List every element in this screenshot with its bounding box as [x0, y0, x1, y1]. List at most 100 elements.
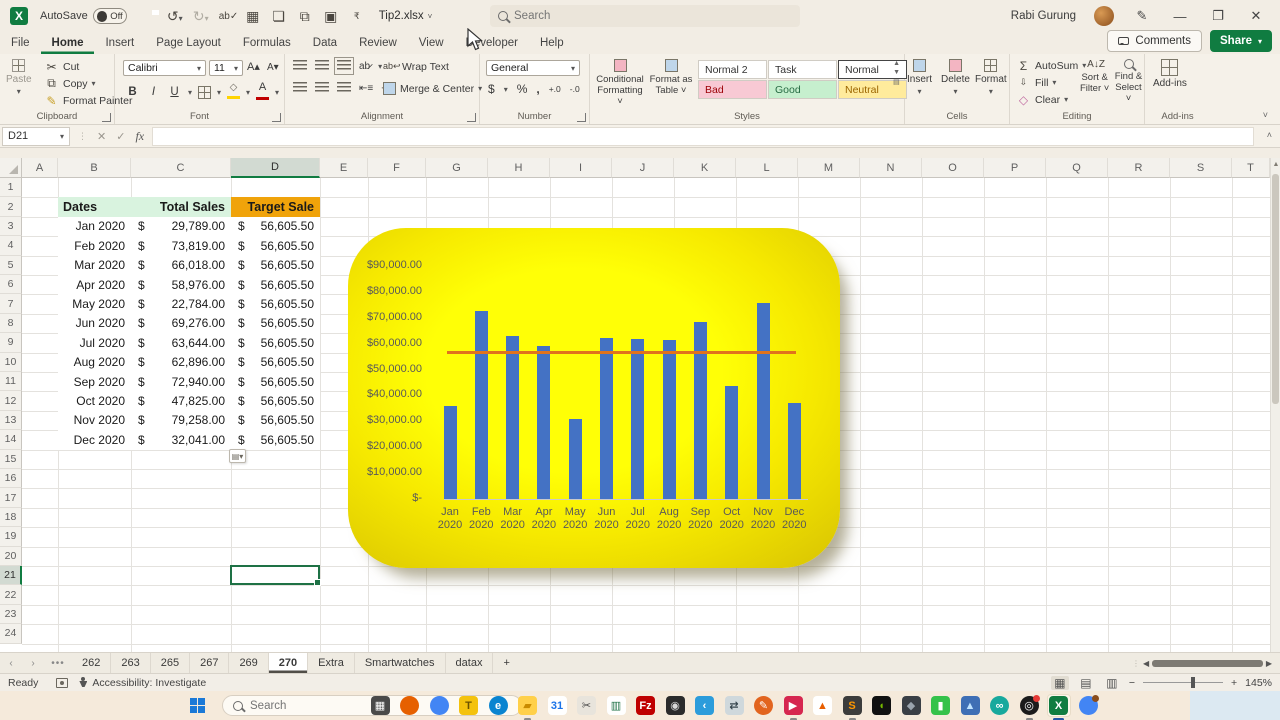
row-header-10[interactable]: 10: [0, 352, 22, 372]
tab-insert[interactable]: Insert: [94, 32, 145, 54]
italic-button[interactable]: I: [146, 85, 161, 100]
cell-date[interactable]: Jun 2020: [58, 313, 131, 334]
chart-bar-apr-2020[interactable]: [537, 346, 551, 499]
fill-button[interactable]: ⇩ Fill ▾: [1016, 74, 1086, 91]
camera-icon[interactable]: ▣: [323, 8, 339, 25]
cell-target[interactable]: $56,605.50: [231, 391, 320, 411]
row-header-6[interactable]: 6: [0, 275, 22, 295]
chart-bar-nov-2020[interactable]: [756, 302, 770, 499]
user-avatar[interactable]: [1094, 6, 1114, 26]
column-header-O[interactable]: O: [922, 158, 984, 178]
font-dialog-launcher[interactable]: [272, 113, 281, 122]
comments-button[interactable]: Comments: [1107, 30, 1203, 52]
cell-target[interactable]: $56,605.50: [231, 255, 320, 275]
increase-decimal-button[interactable]: +.0: [549, 84, 561, 94]
chart-target-line[interactable]: [447, 351, 796, 355]
cell-date[interactable]: May 2020: [58, 294, 131, 314]
sheet-tab-270[interactable]: 270: [268, 653, 309, 673]
cell-target[interactable]: $56,605.50: [231, 236, 320, 256]
grow-font-button[interactable]: A▴: [247, 60, 260, 73]
cell-total[interactable]: $79,258.00: [131, 410, 231, 431]
taskbar-icon-vlc[interactable]: ▲: [811, 694, 835, 717]
styles-more-icon[interactable]: ▤: [893, 78, 900, 86]
shrink-font-button[interactable]: A▾: [267, 62, 279, 73]
autosave-toggle[interactable]: AutoSave Off: [40, 8, 127, 24]
cell-total[interactable]: $58,976.00: [131, 275, 231, 295]
style-task[interactable]: Task: [768, 60, 837, 79]
start-button[interactable]: [190, 698, 205, 713]
name-box[interactable]: D21 ▾: [2, 126, 70, 146]
normal-view-icon[interactable]: ▦: [1050, 675, 1069, 690]
taskbar-icon-edge[interactable]: e: [486, 694, 510, 717]
formula-input[interactable]: [152, 126, 1254, 146]
column-header-L[interactable]: L: [736, 158, 798, 178]
confirm-entry-icon[interactable]: ✓: [116, 130, 125, 143]
cell-total[interactable]: $62,896.00: [131, 352, 231, 372]
orientation-button[interactable]: ab̷: [359, 61, 370, 72]
cell-target[interactable]: $56,605.50: [231, 410, 320, 431]
taskbar-icon-remote-desktop[interactable]: ⇄: [722, 694, 746, 717]
row-header-8[interactable]: 8: [0, 313, 22, 334]
pen-icon[interactable]: ✎: [1132, 8, 1152, 24]
taskbar-icon-chart-app[interactable]: ▥: [604, 694, 628, 717]
taskbar-icon-photos-app[interactable]: ▲: [958, 694, 982, 717]
zoom-in-icon[interactable]: +: [1231, 677, 1237, 689]
column-header-F[interactable]: F: [368, 158, 426, 178]
font-color-button[interactable]: A: [256, 82, 270, 102]
cancel-entry-icon[interactable]: ✕: [97, 130, 106, 143]
taskbar-icon-task-view[interactable]: ▦: [368, 694, 392, 717]
row-header-9[interactable]: 9: [0, 333, 22, 353]
cell-date[interactable]: Jul 2020: [58, 333, 131, 353]
merge-center-button[interactable]: Merge & Center ▾: [383, 80, 482, 97]
column-header-M[interactable]: M: [798, 158, 860, 178]
clipboard-dialog-launcher[interactable]: [102, 113, 111, 122]
accessibility-status[interactable]: Accessibility: Investigate: [92, 677, 206, 689]
share-button[interactable]: Share ▾: [1210, 30, 1272, 52]
cell-total[interactable]: $69,276.00: [131, 313, 231, 334]
alignment-dialog-launcher[interactable]: [467, 113, 476, 122]
search-input[interactable]: [514, 10, 764, 22]
excel-app-icon[interactable]: X: [10, 7, 28, 25]
cell-total[interactable]: $47,825.00: [131, 391, 231, 411]
taskbar-widget-area[interactable]: [1190, 691, 1280, 720]
document-title[interactable]: Tip2.xlsx ˅: [379, 10, 433, 22]
delete-cells-button[interactable]: Delete ▾: [941, 54, 970, 96]
row-header-17[interactable]: 17: [0, 488, 22, 508]
fill-color-button[interactable]: ◇: [227, 83, 241, 101]
cell-date[interactable]: Nov 2020: [58, 410, 131, 431]
cell-target[interactable]: $56,605.50: [231, 216, 320, 237]
row-header-19[interactable]: 19: [0, 527, 22, 547]
cell-target[interactable]: $56,605.50: [231, 430, 320, 450]
wrap-text-button[interactable]: ab↩ Wrap Text: [383, 58, 449, 75]
taskbar-icon-obs-studio[interactable]: ◎: [1017, 694, 1041, 717]
redo-icon[interactable]: ↻▾: [193, 8, 209, 25]
taskbar-icon-excel[interactable]: X: [1046, 694, 1071, 717]
cell-total[interactable]: $72,940.00: [131, 372, 231, 392]
cell-date[interactable]: Apr 2020: [58, 275, 131, 295]
row-header-11[interactable]: 11: [0, 372, 22, 392]
style-bad[interactable]: Bad: [698, 80, 767, 99]
cell-date[interactable]: Sep 2020: [58, 372, 131, 392]
addins-button[interactable]: Add-ins: [1153, 54, 1187, 89]
tab-view[interactable]: View: [408, 32, 455, 54]
row-header-20[interactable]: 20: [0, 546, 22, 566]
clear-button[interactable]: ◇ Clear ▾: [1016, 91, 1086, 108]
tab-review[interactable]: Review: [348, 32, 408, 54]
taskbar-icon-green-app[interactable]: ▮: [929, 694, 953, 717]
cell-target[interactable]: $56,605.50: [231, 352, 320, 372]
find-select-button[interactable]: Find & Select ˅: [1113, 54, 1144, 104]
percent-style-button[interactable]: %: [517, 82, 528, 96]
column-header-C[interactable]: C: [131, 158, 231, 178]
chart-bar-feb-2020[interactable]: [474, 311, 488, 499]
table-header-target-sale[interactable]: Target Sale: [231, 197, 320, 217]
number-format-select[interactable]: General ▾: [486, 60, 580, 76]
taskbar-icon-translator[interactable]: T: [457, 694, 481, 717]
column-header-I[interactable]: I: [550, 158, 612, 178]
tab-page-layout[interactable]: Page Layout: [145, 32, 232, 54]
autosum-button[interactable]: Σ AutoSum ▾: [1016, 57, 1086, 74]
middle-align-button[interactable]: [315, 60, 329, 72]
tab-help[interactable]: Help: [529, 32, 575, 54]
format-as-table-button[interactable]: Format as Table ˅: [648, 54, 694, 96]
table-icon[interactable]: ▦: [245, 8, 261, 25]
styles-scroll-down-icon[interactable]: ▼: [893, 69, 900, 76]
